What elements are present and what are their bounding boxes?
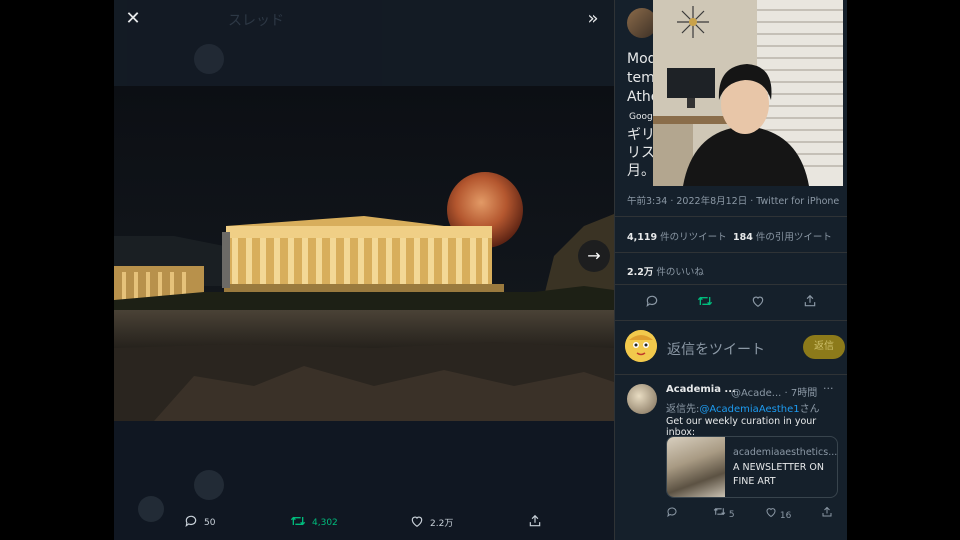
retweet-button[interactable]: 4,302 xyxy=(290,514,338,531)
background-thread-header: スレッド xyxy=(114,0,614,86)
retweet-stat-count: 4,119 xyxy=(627,232,658,243)
background-reply-avatar xyxy=(194,470,224,500)
like-button[interactable]: 16 xyxy=(765,506,791,521)
media-viewer: スレッド ✕ » → 50 4,302 2.2万 xyxy=(114,0,614,540)
acropolis-moon-photo[interactable] xyxy=(114,86,614,421)
reply-author-avatar[interactable] xyxy=(627,384,657,414)
link-card-title: A NEWSLETTER ON FINE ART xyxy=(733,462,824,487)
reply-to-user-link[interactable]: @AcademiaAesthe1 xyxy=(699,404,799,415)
like-stat[interactable]: 2.2万 件のいいね xyxy=(627,264,704,278)
quote-stat-count: 184 xyxy=(733,232,753,243)
webcam-overlay xyxy=(653,0,843,186)
reply-icon xyxy=(184,514,198,531)
reply-to-prefix: 返信先: xyxy=(666,404,700,415)
like-stat-label: 件のいいね xyxy=(656,267,704,278)
reply-submit-button[interactable]: 返信 xyxy=(803,335,845,359)
retweet-button[interactable]: 5 xyxy=(713,506,735,520)
divider xyxy=(615,374,847,375)
link-card[interactable]: academiaaesthetics... A NEWSLETTER ON FI… xyxy=(666,436,838,498)
reply-button[interactable]: 50 xyxy=(184,514,215,531)
reply-composer: 返信をツイート 返信 xyxy=(625,330,845,366)
divider xyxy=(615,320,847,321)
reply-to-line: 返信先:@AcademiaAesthe1さん xyxy=(666,400,820,415)
reply-to-suffix: さん xyxy=(799,404,820,415)
reply-author-name[interactable]: Academia ... xyxy=(666,384,736,395)
user-avatar[interactable] xyxy=(625,330,657,362)
like-stat-count: 2.2万 xyxy=(627,267,654,278)
retweet-stat[interactable]: 4,119 件のリツイート xyxy=(627,229,727,243)
quote-stat-label: 件の引用ツイート xyxy=(755,232,832,243)
reply-icon[interactable] xyxy=(645,294,659,312)
reply-time: · 7時間 xyxy=(784,388,818,399)
close-icon[interactable]: ✕ xyxy=(120,6,146,32)
viewer-action-bar: 50 4,302 2.2万 xyxy=(114,504,614,540)
retweet-icon[interactable] xyxy=(697,294,713,312)
quote-stat[interactable]: 184 件の引用ツイート xyxy=(733,229,832,243)
heart-icon xyxy=(410,514,424,531)
more-icon[interactable]: ··· xyxy=(823,382,834,395)
divider xyxy=(615,216,847,217)
arrow-right-icon[interactable]: → xyxy=(578,240,610,272)
like-button[interactable]: 2.2万 xyxy=(410,514,453,531)
screen: スレッド ✕ » → 50 4,302 2.2万 Mod tem Athe Go… xyxy=(0,0,960,540)
link-card-domain: academiaaesthetics... xyxy=(733,447,838,458)
background-avatar xyxy=(194,44,224,74)
reply-text: Get our weekly curation in your inbox: xyxy=(666,416,817,438)
heart-icon[interactable] xyxy=(751,294,765,312)
reply-tweet[interactable]: Academia ... @Acade... · 7時間 ··· 返信先:@Ac… xyxy=(615,376,847,526)
tweet-text-translated: ギリ リス 月。 xyxy=(627,127,655,179)
reply-count: 50 xyxy=(204,517,216,528)
reply-like-count: 16 xyxy=(779,511,792,521)
reply-input[interactable]: 返信をツイート xyxy=(667,339,765,359)
share-button[interactable] xyxy=(528,514,542,531)
double-chevron-right-icon[interactable]: » xyxy=(580,6,606,32)
share-icon xyxy=(528,514,542,531)
share-icon[interactable] xyxy=(803,294,817,312)
link-card-image xyxy=(667,437,725,497)
parthenon xyxy=(222,216,492,288)
reply-retweet-count: 5 xyxy=(728,510,735,520)
like-count: 2.2万 xyxy=(430,519,454,529)
reply-author-handle: @Acade... · 7時間 xyxy=(731,384,817,399)
reply-handle-text: @Acade... xyxy=(731,388,782,399)
divider xyxy=(615,252,847,253)
tweet-timestamp[interactable]: 午前3:34 · 2022年8月12日 · Twitter for iPhone xyxy=(627,193,839,207)
retweet-stat-label: 件のリツイート xyxy=(660,232,727,243)
background-thread-title: スレッド xyxy=(228,13,284,29)
translate-attribution[interactable]: Goog xyxy=(629,112,653,122)
share-icon[interactable] xyxy=(821,506,833,521)
retweet-count: 4,302 xyxy=(312,517,338,528)
divider xyxy=(615,284,847,285)
retweet-icon xyxy=(290,514,306,531)
reply-icon[interactable] xyxy=(666,506,678,521)
